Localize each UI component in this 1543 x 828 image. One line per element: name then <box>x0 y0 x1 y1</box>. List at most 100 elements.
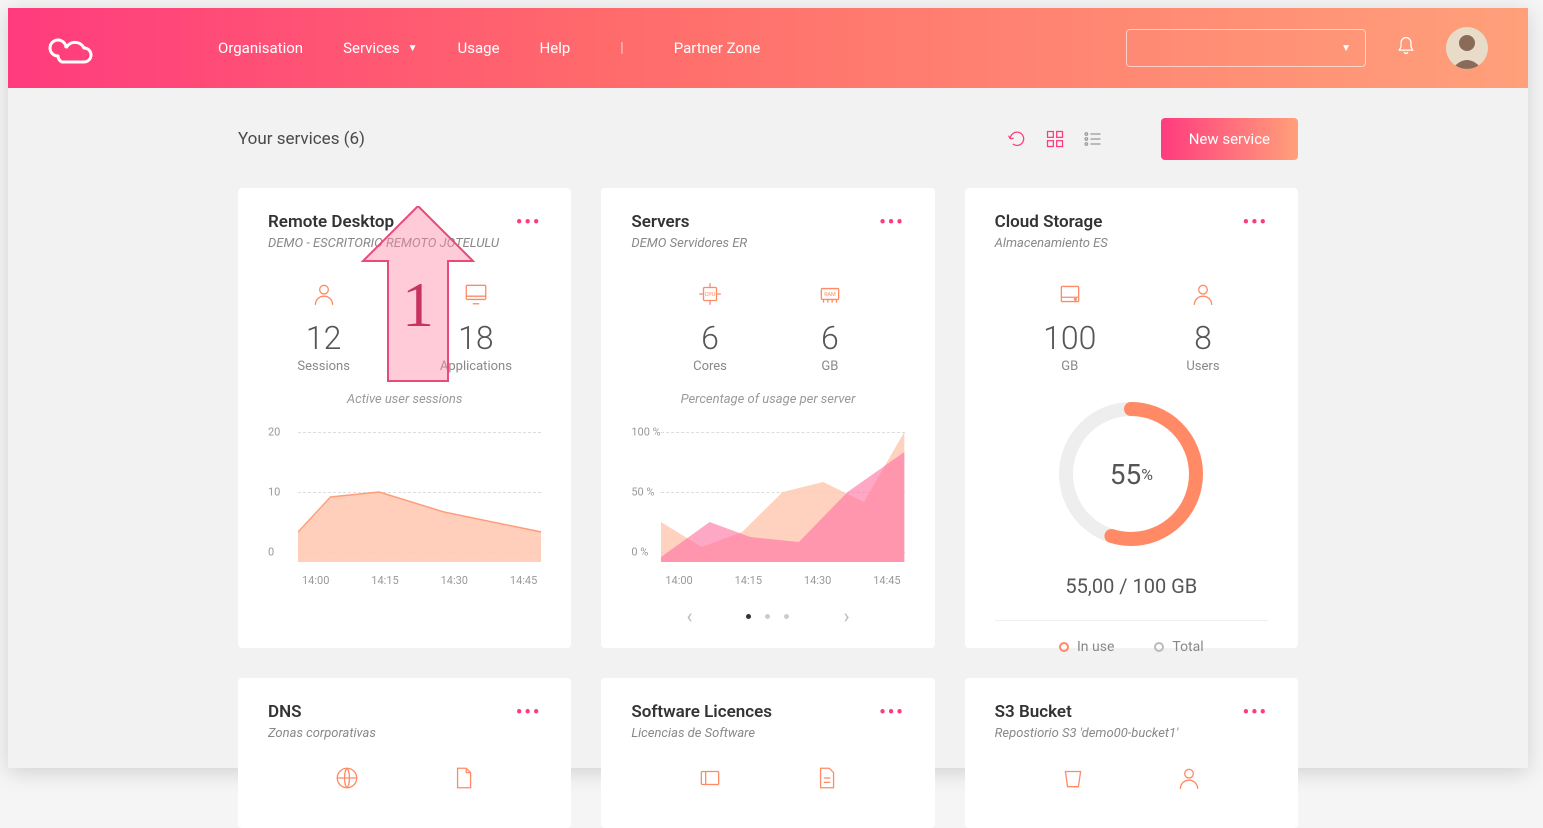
card-subtitle: Zonas corporativas <box>268 726 516 741</box>
context-selector[interactable]: ▼ <box>1126 29 1366 67</box>
card-menu-button[interactable]: ••• <box>1243 212 1268 233</box>
page-header: Your services (6) New service <box>238 118 1298 160</box>
card-licences[interactable]: Software Licences Licencias de Software … <box>601 678 934 828</box>
card-dns[interactable]: DNS Zonas corporativas ••• <box>238 678 571 828</box>
stat-value: 18 <box>440 319 512 357</box>
stats-row: CPU 6 Cores RAM 6 GB <box>631 281 904 374</box>
area-chart-svg <box>298 432 541 562</box>
legend-total: Total <box>1154 639 1203 655</box>
x-tick: 14:15 <box>371 574 398 587</box>
cards-grid: Remote Desktop DEMO - ESCRITORIO REMOTO … <box>238 188 1298 828</box>
y-tick: 50 % <box>631 486 654 499</box>
pager-prev[interactable]: ‹ <box>646 604 732 628</box>
nav-usage[interactable]: Usage <box>458 39 500 57</box>
user-avatar[interactable] <box>1446 27 1488 69</box>
card-remote-desktop[interactable]: Remote Desktop DEMO - ESCRITORIO REMOTO … <box>238 188 571 648</box>
card-menu-button[interactable]: ••• <box>1243 702 1268 723</box>
x-axis: 14:00 14:15 14:30 14:45 <box>661 574 904 587</box>
stat-cores: CPU 6 Cores <box>693 281 727 374</box>
y-tick: 0 <box>268 546 274 559</box>
card-menu-button[interactable]: ••• <box>516 702 541 723</box>
stat-value: 100 <box>1043 319 1096 357</box>
stat-value: 8 <box>1186 319 1219 357</box>
pager-next[interactable]: › <box>803 604 889 628</box>
stat-ram: RAM 6 GB <box>817 281 843 374</box>
stat-label: Users <box>1186 359 1219 374</box>
document-icon <box>813 765 839 791</box>
file-icon <box>450 765 476 791</box>
refresh-icon <box>1007 129 1027 149</box>
chevron-down-icon: ▼ <box>1341 43 1351 54</box>
x-tick: 14:00 <box>302 574 329 587</box>
stat-label: Sessions <box>297 359 350 374</box>
pager-dot[interactable] <box>746 614 751 619</box>
pager-dot[interactable] <box>765 614 770 619</box>
card-title: S3 Bucket <box>995 702 1243 722</box>
card-menu-button[interactable]: ••• <box>879 212 904 233</box>
legend-inuse: In use <box>1059 639 1114 655</box>
page-content: Your services (6) New service Rem <box>8 88 1528 828</box>
pager-dot[interactable] <box>784 614 789 619</box>
card-subtitle: DEMO - ESCRITORIO REMOTO JOTELULU <box>268 236 516 251</box>
cpu-icon: CPU <box>697 281 723 307</box>
card-title: Software Licences <box>631 702 879 722</box>
nav-partner-zone[interactable]: Partner Zone <box>674 39 761 57</box>
notifications-button[interactable] <box>1396 36 1416 60</box>
card-servers[interactable]: Servers DEMO Servidores ER ••• CPU 6 Cor… <box>601 188 934 648</box>
bell-icon <box>1396 36 1416 56</box>
new-service-button[interactable]: New service <box>1161 118 1298 160</box>
stat-label: Applications <box>440 359 512 374</box>
x-tick: 14:45 <box>510 574 537 587</box>
chevron-down-icon: ▼ <box>408 43 418 54</box>
sessions-chart: 20 10 0 14:00 14:15 14:30 14:45 <box>268 422 541 592</box>
card-cloud-storage[interactable]: Cloud Storage Almacenamiento ES ••• 100 … <box>965 188 1298 648</box>
x-tick: 14:30 <box>804 574 831 587</box>
monitor-icon <box>463 281 489 307</box>
cloud-logo-icon <box>48 32 96 64</box>
card-menu-button[interactable]: ••• <box>516 212 541 233</box>
user-icon <box>311 281 337 307</box>
card-icon <box>697 765 723 791</box>
donut-legend: In use Total <box>995 620 1268 655</box>
nav-help[interactable]: Help <box>540 39 571 57</box>
chart-caption: Active user sessions <box>268 392 541 407</box>
stats-row: 100 GB 8 Users <box>995 281 1268 374</box>
svg-text:RAM: RAM <box>824 292 836 298</box>
disk-icon <box>1057 281 1083 307</box>
list-view-button[interactable] <box>1083 129 1103 149</box>
logo[interactable] <box>48 32 108 64</box>
nav-organisation[interactable]: Organisation <box>218 39 303 57</box>
globe-icon <box>334 765 360 791</box>
main-nav: Organisation Services ▼ Usage Help | Par… <box>218 39 760 57</box>
stats-row: 12 Sessions 18 Applications <box>268 281 541 374</box>
card-menu-button[interactable]: ••• <box>879 702 904 723</box>
card-title: Remote Desktop <box>268 212 516 232</box>
x-tick: 14:00 <box>665 574 692 587</box>
chart-caption: Percentage of usage per server <box>631 392 904 407</box>
card-subtitle: Repostiorio S3 'demo00-bucket1' <box>995 726 1243 741</box>
card-title: Cloud Storage <box>995 212 1243 232</box>
stat-users: 8 Users <box>1186 281 1219 374</box>
svg-text:CPU: CPU <box>705 292 716 298</box>
grid-icon <box>1045 129 1065 149</box>
ram-icon: RAM <box>817 281 843 307</box>
usage-chart: 100 % 50 % 0 % 14:00 14:15 14:30 14:45 <box>631 422 904 592</box>
nav-services[interactable]: Services ▼ <box>343 39 417 57</box>
area-chart-svg <box>661 432 904 562</box>
topbar-right: ▼ <box>1126 27 1488 69</box>
stat-label: GB <box>817 359 843 374</box>
card-s3[interactable]: S3 Bucket Repostiorio S3 'demo00-bucket1… <box>965 678 1298 828</box>
stat-value: 12 <box>297 319 350 357</box>
user-icon <box>1190 281 1216 307</box>
x-axis: 14:00 14:15 14:30 14:45 <box>298 574 541 587</box>
card-subtitle: DEMO Servidores ER <box>631 236 879 251</box>
card-subtitle: Licencias de Software <box>631 726 879 741</box>
stat-label: GB <box>1043 359 1096 374</box>
y-tick: 20 <box>268 426 280 439</box>
storage-donut: 55% <box>995 394 1268 554</box>
list-icon <box>1083 129 1103 149</box>
refresh-button[interactable] <box>1007 129 1027 149</box>
storage-text: 55,00 / 100 GB <box>995 574 1268 598</box>
grid-view-button[interactable] <box>1045 129 1065 149</box>
bucket-icon <box>1060 765 1086 791</box>
